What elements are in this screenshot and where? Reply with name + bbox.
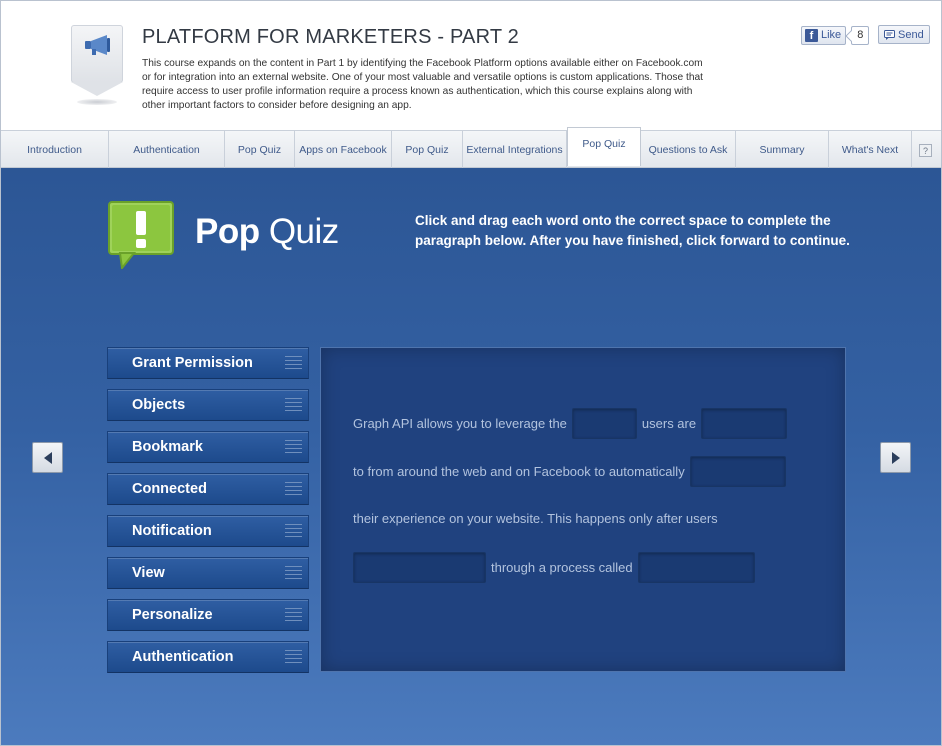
paragraph-text: their experience on your website. This h…	[353, 511, 718, 526]
draggable-word-personalize[interactable]: Personalize	[107, 599, 309, 631]
paragraph-text: through a process called	[491, 560, 633, 575]
course-badge-shadow	[77, 99, 117, 105]
paragraph-text: Graph API allows you to leverage the	[353, 416, 567, 431]
word-label: Grant Permission	[132, 355, 253, 371]
word-label: Objects	[132, 397, 186, 413]
back-button[interactable]	[32, 442, 63, 473]
tab-introduction[interactable]: Introduction	[1, 131, 109, 168]
drag-handle-icon[interactable]	[285, 566, 302, 581]
drop-target-1[interactable]	[571, 408, 637, 439]
word-label: Bookmark	[132, 439, 203, 455]
tab-whats-next[interactable]: What's Next	[829, 131, 912, 168]
facebook-icon: f	[805, 28, 818, 42]
like-button[interactable]: f Like	[801, 25, 847, 45]
word-label: View	[132, 565, 165, 581]
draggable-word-notification[interactable]: Notification	[107, 515, 309, 547]
arrow-left-icon	[43, 451, 52, 464]
word-bank: Grant Permission Objects Bookmark Connec…	[107, 347, 309, 683]
drop-target-4[interactable]	[353, 552, 486, 583]
paragraph-text: to from around the web and on Facebook t…	[353, 464, 685, 479]
draggable-word-objects[interactable]: Objects	[107, 389, 309, 421]
course-header: PLATFORM FOR MARKETERS - PART 2 This cou…	[1, 1, 941, 130]
drag-handle-icon[interactable]	[285, 398, 302, 413]
paragraph-line-3: their experience on your website. This h…	[353, 511, 718, 526]
quiz-title-light: Quiz	[259, 212, 339, 251]
draggable-word-bookmark[interactable]: Bookmark	[107, 431, 309, 463]
word-label: Connected	[132, 481, 207, 497]
paragraph-text: users are	[641, 416, 697, 431]
tab-summary[interactable]: Summary	[736, 131, 829, 168]
drop-target-2[interactable]	[701, 408, 788, 439]
tab-pop-quiz-2[interactable]: Pop Quiz	[392, 131, 463, 168]
paragraph-line-1: Graph API allows you to leverage the use…	[353, 408, 788, 439]
paragraph-line-4: through a process called	[353, 552, 755, 583]
facebook-like-widget: f Like 8	[801, 25, 870, 45]
course-window: PLATFORM FOR MARKETERS - PART 2 This cou…	[0, 0, 942, 746]
word-label: Authentication	[132, 649, 234, 665]
paragraph-line-2: to from around the web and on Facebook t…	[353, 456, 786, 487]
drag-handle-icon[interactable]	[285, 524, 302, 539]
drag-handle-icon[interactable]	[285, 650, 302, 665]
help-button[interactable]: ?	[919, 144, 932, 157]
drop-target-5[interactable]	[637, 552, 755, 583]
send-button-label: Send	[898, 28, 924, 41]
speech-bubble-icon	[884, 29, 895, 40]
drag-handle-icon[interactable]	[285, 440, 302, 455]
megaphone-icon	[85, 35, 110, 55]
arrow-right-icon	[891, 451, 900, 464]
tab-pop-quiz-1[interactable]: Pop Quiz	[225, 131, 295, 168]
exclamation-bubble-icon	[108, 201, 174, 269]
course-title: PLATFORM FOR MARKETERS - PART 2	[142, 26, 519, 48]
course-description: This course expands on the content in Pa…	[142, 58, 703, 111]
like-button-label: Like	[821, 29, 842, 41]
draggable-word-connected[interactable]: Connected	[107, 473, 309, 505]
draggable-word-grant-permission[interactable]: Grant Permission	[107, 347, 309, 379]
tab-pop-quiz-3[interactable]: Pop Quiz	[567, 127, 641, 166]
tab-external-integrations[interactable]: External Integrations	[463, 131, 567, 168]
word-label: Personalize	[132, 607, 213, 623]
like-count: 8	[851, 25, 870, 45]
word-label: Notification	[132, 523, 212, 539]
drag-handle-icon[interactable]	[285, 356, 302, 371]
forward-button[interactable]	[880, 442, 911, 473]
drag-handle-icon[interactable]	[285, 608, 302, 623]
quiz-stage: Pop Quiz Click and drag each word onto t…	[1, 168, 941, 745]
section-tabs: Introduction Authentication Pop Quiz App…	[1, 127, 941, 168]
tab-apps-on-facebook[interactable]: Apps on Facebook	[295, 131, 392, 168]
draggable-word-authentication[interactable]: Authentication	[107, 641, 309, 673]
quiz-title: Pop Quiz	[195, 212, 339, 252]
quiz-instructions: Click and drag each word onto the correc…	[415, 213, 850, 248]
quiz-title-bold: Pop	[195, 212, 260, 251]
send-button[interactable]: Send	[878, 25, 930, 44]
tab-authentication[interactable]: Authentication	[109, 131, 225, 168]
paragraph-panel: Graph API allows you to leverage the use…	[320, 347, 846, 672]
drag-handle-icon[interactable]	[285, 482, 302, 497]
draggable-word-view[interactable]: View	[107, 557, 309, 589]
tab-questions-to-ask[interactable]: Questions to Ask	[641, 131, 736, 168]
course-badge-tip	[71, 82, 123, 96]
drop-target-3[interactable]	[689, 456, 786, 487]
